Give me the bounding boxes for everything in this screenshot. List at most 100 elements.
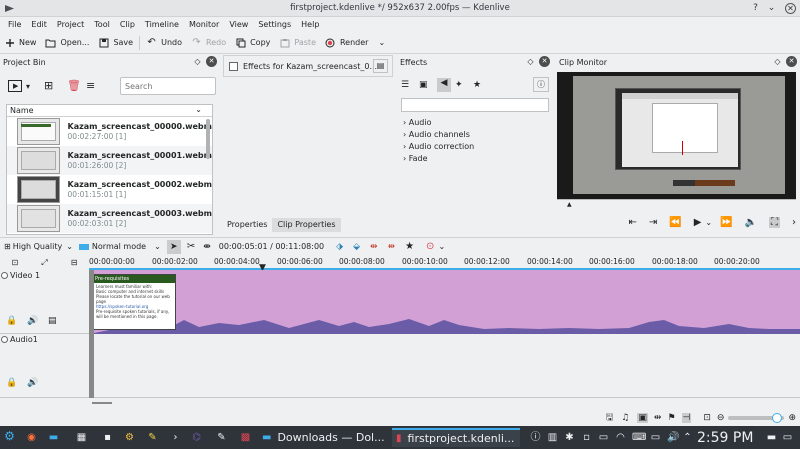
- effect-menu-icon[interactable]: ▤: [373, 59, 388, 73]
- video-thumb-icon[interactable]: ▣: [637, 413, 648, 423]
- audio-effects-icon[interactable]: ◀: [437, 78, 451, 92]
- task-downloads[interactable]: ▬ Downloads — Dol...: [262, 428, 388, 447]
- effect-category[interactable]: › Audio correction: [397, 141, 553, 153]
- close-window-icon[interactable]: ✕: [785, 3, 796, 14]
- kdenlive-app-icon[interactable]: [4, 3, 15, 14]
- effects-search-input[interactable]: [401, 98, 549, 112]
- spacer-tool-icon[interactable]: ⇼: [203, 242, 211, 252]
- battery-icon[interactable]: ▭: [598, 432, 609, 443]
- extract-icon[interactable]: ⇻: [388, 242, 396, 252]
- zoom-slider-handle[interactable]: [772, 413, 783, 423]
- zoom-slider[interactable]: [728, 413, 785, 423]
- firefox-icon[interactable]: ◉: [26, 432, 37, 443]
- new-button[interactable]: New: [4, 37, 36, 48]
- lock-icon[interactable]: 🔒: [6, 378, 17, 388]
- keyboard-icon[interactable]: ⌨: [632, 432, 646, 443]
- undo-button[interactable]: ↶ Undo: [146, 37, 182, 48]
- editor-icon[interactable]: ✎: [216, 432, 227, 443]
- application-launcher-icon[interactable]: ⚙: [4, 430, 15, 442]
- clip-row[interactable]: Kazam_screencast_00001.webm 00:01:26:00 …: [7, 146, 212, 175]
- video-effects-icon[interactable]: ▣: [419, 80, 433, 90]
- mode-select[interactable]: Normal mode ⌄: [78, 242, 161, 251]
- timeline-tracks[interactable]: Pre-requisites Learners must familiar wi…: [89, 270, 800, 398]
- add-clip-dropdown-icon[interactable]: ▾: [26, 82, 30, 91]
- menu-project[interactable]: Project: [52, 17, 89, 32]
- menu-monitor[interactable]: Monitor: [184, 17, 224, 32]
- effect-category[interactable]: › Audio: [397, 117, 553, 129]
- terminal-icon[interactable]: ›: [170, 432, 181, 443]
- menu-icon[interactable]: ≡: [86, 79, 95, 92]
- search-input[interactable]: [125, 79, 215, 93]
- mute-audio-icon[interactable]: 🔊: [27, 378, 38, 388]
- tab-properties[interactable]: Properties: [222, 218, 272, 232]
- file-manager-icon[interactable]: ▬: [48, 432, 59, 443]
- close-panel-icon[interactable]: ✕: [539, 56, 550, 67]
- razor-tool-icon[interactable]: ✂: [187, 241, 195, 252]
- delete-icon[interactable]: 🗑: [67, 79, 81, 92]
- list-all-icon[interactable]: ☰: [401, 80, 415, 90]
- expand-icon[interactable]: ⤢: [41, 258, 47, 268]
- ripple-icon[interactable]: ⊣: [681, 413, 692, 423]
- kdenlive-taskbar-icon[interactable]: ⌬: [191, 432, 202, 443]
- record-icon[interactable]: ⊙: [426, 241, 434, 252]
- timeline-clip[interactable]: Pre-requisites Learners must familiar wi…: [89, 270, 800, 334]
- bluetooth-icon[interactable]: ✱: [564, 432, 575, 443]
- more-icon[interactable]: ›: [792, 217, 796, 228]
- clip-row[interactable]: Kazam_screencast_00003.webm 00:02:03:01 …: [7, 204, 212, 233]
- clip-row[interactable]: Kazam_screencast_00002.webm 00:01:15:01 …: [7, 175, 212, 204]
- task-kdenlive[interactable]: ▮ firstproject.kdenli...: [392, 428, 520, 447]
- menu-help[interactable]: Help: [296, 17, 324, 32]
- lift-icon[interactable]: ⇹: [370, 242, 378, 252]
- effect-category[interactable]: › Fade: [397, 153, 553, 165]
- snap-icon[interactable]: ⇹: [654, 413, 662, 423]
- column-header[interactable]: Name ⌄: [7, 105, 212, 117]
- monitor-playhead-icon[interactable]: ▲: [567, 201, 572, 208]
- paste-button[interactable]: Paste: [279, 37, 316, 48]
- menu-view[interactable]: View: [224, 17, 253, 32]
- window-list-icon[interactable]: ▭: [782, 432, 793, 443]
- menu-timeline[interactable]: Timeline: [140, 17, 184, 32]
- effects-enable-checkbox[interactable]: [229, 61, 238, 71]
- record-dropdown-icon[interactable]: ⌄: [438, 242, 445, 251]
- close-panel-icon[interactable]: ✕: [786, 56, 797, 67]
- float-panel-icon[interactable]: ◇: [192, 56, 203, 67]
- menu-edit[interactable]: Edit: [26, 17, 52, 32]
- menu-tool[interactable]: Tool: [89, 17, 115, 32]
- monitor-icon[interactable]: ▭: [650, 432, 661, 443]
- tab-clip-properties[interactable]: Clip Properties: [272, 218, 341, 232]
- wifi-icon[interactable]: ◠: [615, 432, 626, 443]
- render-dropdown-icon[interactable]: ⌄: [378, 38, 385, 47]
- show-desktop-icon[interactable]: ▬: [766, 432, 777, 443]
- selection-tool-icon[interactable]: ➤: [166, 239, 181, 254]
- effect-category[interactable]: › Audio channels: [397, 129, 553, 141]
- set-zone-in-icon[interactable]: ⇤: [628, 217, 636, 228]
- save-snapshot-icon[interactable]: 🖫: [606, 410, 614, 426]
- help-icon[interactable]: ?: [749, 2, 762, 15]
- minimize-icon[interactable]: ⌄: [765, 2, 778, 15]
- clock[interactable]: 2:59 PM: [697, 430, 753, 446]
- overwrite-clip-icon[interactable]: ⬙: [353, 242, 360, 252]
- info-icon[interactable]: ⓘ: [533, 77, 549, 92]
- forward-icon[interactable]: ⏩: [720, 217, 732, 228]
- fullscreen-icon[interactable]: ⛶: [769, 216, 780, 228]
- save-button[interactable]: Save: [98, 37, 133, 48]
- copy-button[interactable]: Copy: [235, 37, 270, 48]
- custom-effects-icon[interactable]: ✦: [455, 80, 469, 90]
- float-panel-icon[interactable]: ◇: [525, 56, 536, 67]
- render-button[interactable]: Render ⌄: [325, 37, 385, 48]
- close-panel-icon[interactable]: ✕: [206, 56, 217, 67]
- track-target-radio[interactable]: [1, 272, 8, 279]
- alert-icon[interactable]: ⓘ: [530, 432, 541, 443]
- zoom-in-icon[interactable]: ⊕: [788, 413, 796, 423]
- timeline-ruler[interactable]: 00:00:00:00 00:00:02:00 00:00:04:00 00:0…: [89, 255, 800, 273]
- clip-row[interactable]: Kazam_screencast_00000.webm 00:02:27:00 …: [7, 117, 212, 146]
- play-icon[interactable]: ▶: [694, 217, 702, 228]
- marker-icon[interactable]: ⚑: [667, 413, 675, 423]
- system-settings-icon[interactable]: ▦: [76, 432, 87, 443]
- fit-zoom-icon[interactable]: ⊡: [12, 258, 19, 267]
- volume-icon[interactable]: 🔊: [667, 432, 679, 443]
- add-folder-icon[interactable]: ⊞: [44, 79, 53, 92]
- float-panel-icon[interactable]: ◇: [772, 56, 783, 67]
- monitor-ruler[interactable]: ▲: [557, 199, 796, 208]
- timeline-hscroll[interactable]: [92, 402, 112, 404]
